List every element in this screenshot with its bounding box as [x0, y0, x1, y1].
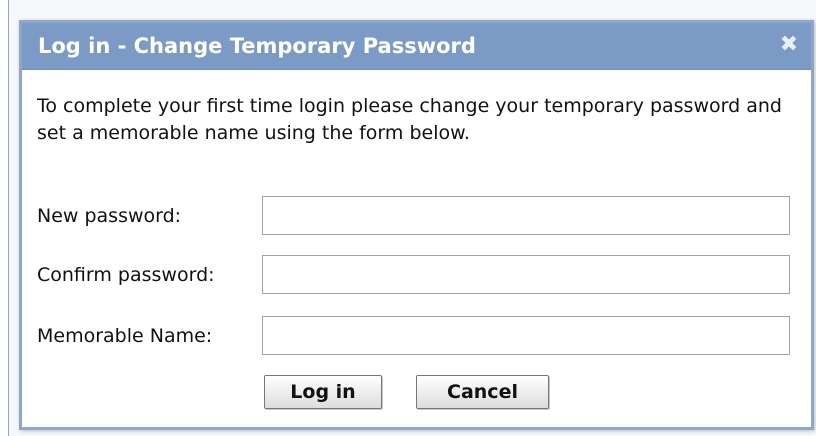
confirm-password-field[interactable] [262, 255, 790, 294]
dialog-titlebar[interactable]: Log in - Change Temporary Password ✖ [22, 23, 811, 70]
new-password-label: New password: [37, 205, 182, 227]
dialog-title: Log in - Change Temporary Password [38, 34, 476, 58]
memorable-name-field[interactable] [262, 316, 790, 355]
memorable-name-label: Memorable Name: [37, 325, 213, 347]
log-in-button[interactable]: Log in [264, 375, 382, 409]
instructions-text: To complete your first time login please… [37, 95, 782, 144]
cancel-button[interactable]: Cancel [416, 375, 549, 409]
confirm-password-row: Confirm password: [37, 255, 797, 295]
confirm-password-label: Confirm password: [37, 264, 215, 286]
new-password-field[interactable] [262, 196, 790, 235]
change-password-dialog: Log in - Change Temporary Password ✖ To … [19, 20, 814, 430]
dialog-buttons: Log in Cancel [22, 375, 811, 415]
close-icon[interactable]: ✖ [777, 33, 801, 57]
new-password-row: New password: [37, 196, 797, 236]
memorable-name-row: Memorable Name: [37, 316, 797, 356]
